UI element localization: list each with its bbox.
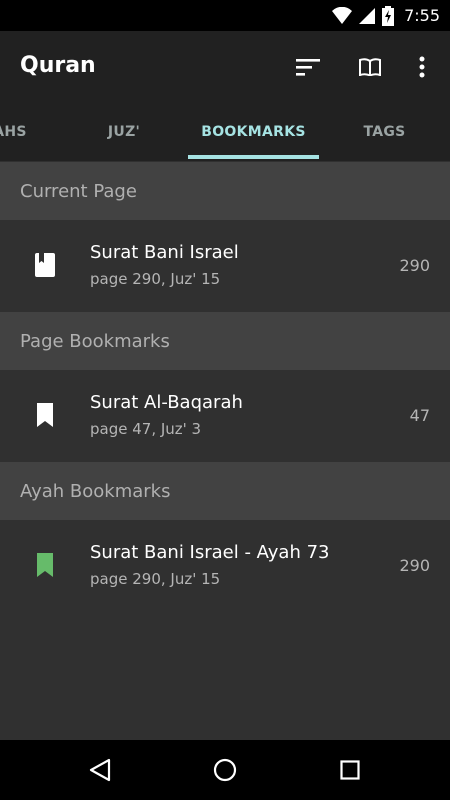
section-header-page-bookmarks: Page Bookmarks [0, 312, 450, 370]
item-subtitle: page 290, Juz' 15 [90, 570, 221, 588]
item-page-count: 290 [399, 556, 430, 575]
jump-to-page-button[interactable] [352, 49, 388, 85]
wifi-icon [332, 6, 353, 24]
app-title: Quran [20, 53, 96, 78]
book-page-icon [35, 253, 55, 277]
item-title: Surat Al-Baqarah [90, 392, 243, 413]
item-title: Surat Bani Israel [90, 242, 239, 263]
sort-button[interactable] [290, 49, 326, 85]
list-item[interactable]: Surat Al-Baqarah page 47, Juz' 3 47 [0, 370, 450, 462]
list-item[interactable]: Surat Bani Israel - Ayah 73 page 290, Ju… [0, 520, 450, 612]
recents-button[interactable] [335, 755, 365, 785]
tab-surahs[interactable]: AHS [0, 103, 60, 161]
item-page-count: 47 [409, 406, 430, 425]
section-header-current-page: Current Page [0, 162, 450, 220]
item-page-count: 290 [399, 256, 430, 275]
recents-icon [340, 760, 360, 780]
back-button[interactable] [85, 755, 115, 785]
toolbar: Quran [0, 31, 450, 103]
home-button[interactable] [210, 755, 240, 785]
item-title: Surat Bani Israel - Ayah 73 [90, 542, 330, 563]
item-subtitle: page 290, Juz' 15 [90, 270, 221, 288]
tab-bar: AHS JUZ' BOOKMARKS TAGS [0, 103, 450, 161]
tab-bookmarks[interactable]: BOOKMARKS [188, 103, 319, 161]
screen: 7:55 Quran AHS JUZ' [0, 0, 450, 800]
item-subtitle: page 47, Juz' 3 [90, 420, 202, 438]
status-bar: 7:55 [0, 0, 450, 31]
bookmark-icon [37, 403, 53, 427]
section-header-ayah-bookmarks: Ayah Bookmarks [0, 462, 450, 520]
signal-icon [359, 7, 376, 24]
navigation-bar [0, 740, 450, 800]
tab-indicator [188, 155, 319, 159]
status-time: 7:55 [404, 6, 440, 25]
home-icon [213, 758, 237, 782]
back-icon [89, 758, 111, 782]
sort-icon [296, 59, 320, 76]
open-book-icon [359, 58, 381, 76]
tab-juz[interactable]: JUZ' [60, 103, 188, 161]
tab-tags[interactable]: TAGS [319, 103, 450, 161]
battery-charging-icon [382, 5, 395, 26]
list-item[interactable]: Surat Bani Israel page 290, Juz' 15 290 [0, 220, 450, 312]
more-vert-icon [419, 56, 425, 78]
overflow-menu-button[interactable] [404, 49, 440, 85]
bookmark-green-icon [37, 553, 53, 577]
